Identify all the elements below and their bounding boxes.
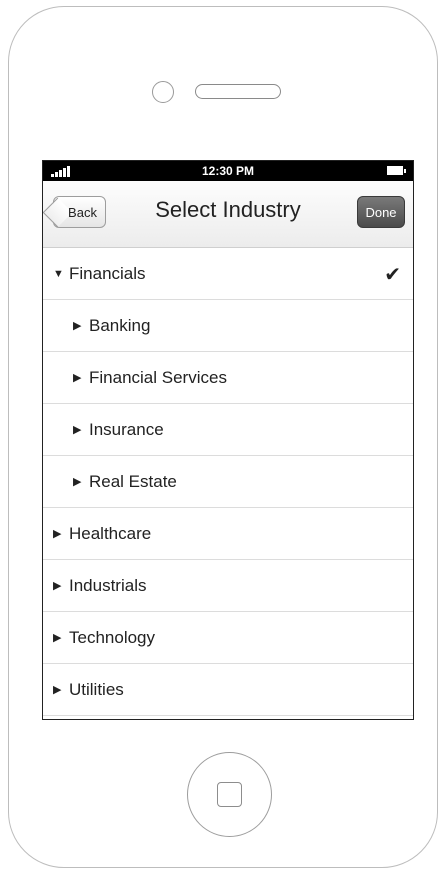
navigation-bar: Back Select Industry Done [43,181,413,248]
speaker-grille [195,84,281,99]
done-button[interactable]: Done [357,196,405,228]
home-square-icon [217,782,242,807]
list-item-label: Healthcare [69,523,152,543]
status-bar: 12:30 PM [43,161,413,181]
camera-icon [152,81,174,103]
list-item-label: Utilities [69,679,124,699]
list-item-label: Insurance [89,419,164,439]
triangle-right-icon: ▶ [53,528,62,540]
list-item-label: Real Estate [89,471,177,491]
checkmark-icon: ✔ [384,264,401,286]
list-item-financials[interactable]: ▼ Financials ✔ [43,248,413,300]
triangle-right-icon: ▶ [53,580,62,592]
home-button[interactable] [187,752,272,837]
list-item-label: Financial Services [89,367,227,387]
triangle-right-icon: ▶ [73,476,82,488]
triangle-right-icon: ▶ [73,320,82,332]
industry-list: ▼ Financials ✔ ▶ Banking ▶ Financial Ser… [43,248,413,716]
status-time: 12:30 PM [201,164,255,178]
triangle-right-icon: ▶ [53,632,62,644]
list-item-label: Industrials [69,575,147,595]
battery-icon [387,166,406,175]
list-item-utilities[interactable]: ▶ Utilities [43,664,413,716]
list-item-real-estate[interactable]: ▶ Real Estate [43,456,413,508]
triangle-right-icon: ▶ [73,424,82,436]
list-item-healthcare[interactable]: ▶ Healthcare [43,508,413,560]
list-item-label: Financials [69,263,146,283]
list-item-financial-services[interactable]: ▶ Financial Services [43,352,413,404]
list-item-banking[interactable]: ▶ Banking [43,300,413,352]
device-screen: 12:30 PM Back Select Industry Done ▼ Fin… [42,160,414,720]
list-item-industrials[interactable]: ▶ Industrials [43,560,413,612]
triangle-right-icon: ▶ [73,372,82,384]
triangle-right-icon: ▶ [53,684,62,696]
list-item-technology[interactable]: ▶ Technology [43,612,413,664]
list-item-label: Banking [89,315,151,335]
triangle-down-icon: ▼ [53,267,64,280]
list-item-insurance[interactable]: ▶ Insurance [43,404,413,456]
list-item-label: Technology [69,627,156,647]
